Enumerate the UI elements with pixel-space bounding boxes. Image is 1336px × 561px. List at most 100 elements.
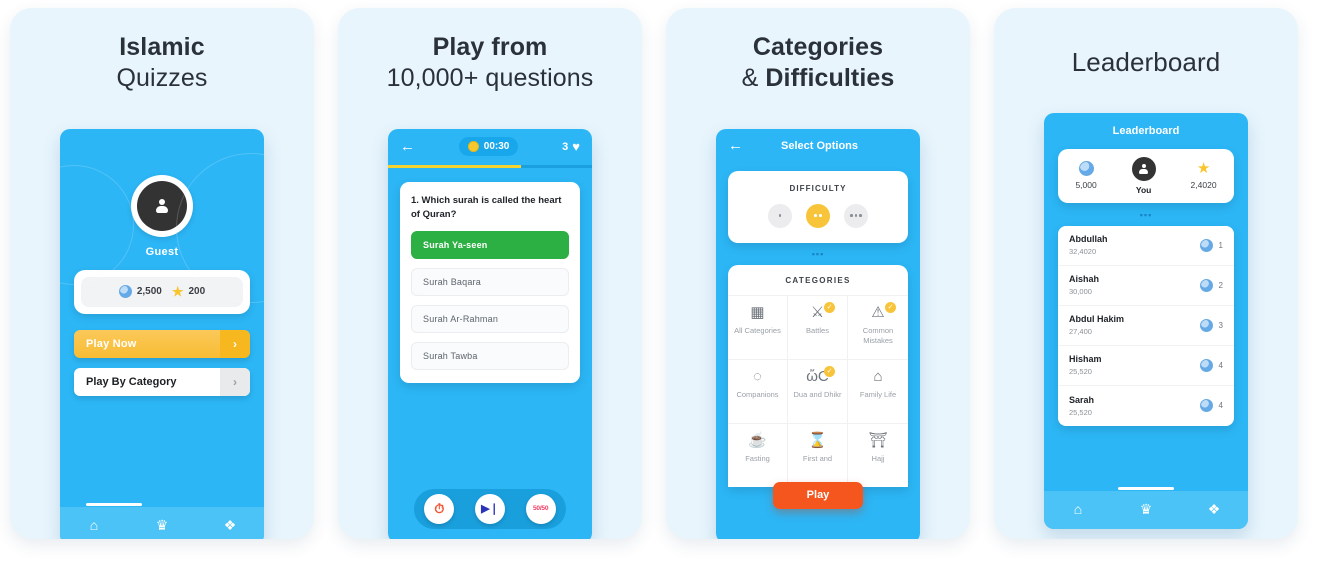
- promo-title-line1: Play from: [432, 33, 548, 61]
- drag-handle[interactable]: ▪▪▪: [1044, 210, 1248, 220]
- category-icon: ◌: [753, 367, 762, 385]
- globe-icon: [118, 285, 132, 298]
- avatar: [1131, 156, 1156, 181]
- difficulty-level-button[interactable]: [844, 203, 868, 228]
- screenshot-root: Islamic Quizzes Guest 2,500 ★ 200 Play N…: [0, 0, 1336, 561]
- bottom-nav: ⌂ ♛ ❖: [1044, 486, 1248, 529]
- category-label: Fasting: [745, 453, 770, 463]
- leaderboard-row[interactable]: Aishah 30,000 2: [1058, 266, 1234, 306]
- category-icon: ⚔: [810, 303, 825, 321]
- rank-value: 4: [1218, 401, 1223, 410]
- player-score: 30,000: [1069, 287, 1092, 296]
- play-by-category-button[interactable]: Play By Category ›: [74, 367, 250, 396]
- category-cell[interactable]: ☕ Fasting: [728, 422, 788, 487]
- answer-option[interactable]: Surah Ar-Rahman: [411, 305, 569, 333]
- nav-home-icon[interactable]: ⌂: [1069, 501, 1087, 519]
- star-icon: ★: [1196, 160, 1211, 177]
- heart-icon: ♥: [572, 139, 580, 154]
- skip-question-button[interactable]: ▶❘: [474, 493, 505, 524]
- promo-title-line2: 10,000+ questions: [386, 64, 594, 93]
- answer-option[interactable]: Surah Tawba: [411, 342, 569, 370]
- answer-option[interactable]: Surah Baqara: [411, 268, 569, 296]
- globe-icon: [1199, 278, 1213, 292]
- category-label: First and: [802, 453, 833, 463]
- category-icon: ⌂: [873, 367, 883, 385]
- nav-trophy-icon[interactable]: ♛: [153, 517, 171, 535]
- category-icon: ⌛: [808, 431, 827, 449]
- category-label: All Categories: [734, 325, 781, 335]
- category-cell[interactable]: ⌂ Family Life: [848, 358, 908, 423]
- rank-value: 4: [1218, 360, 1223, 370]
- question-card: 1. Which surah is called the heart of Qu…: [400, 181, 580, 383]
- fifty-fifty-button[interactable]: 50/50: [525, 493, 556, 524]
- promo-title-line1: Islamic: [119, 33, 205, 61]
- player-score: 25,520: [1069, 367, 1092, 376]
- quiz-progress-fill: [388, 164, 521, 168]
- globe-icon: [1199, 358, 1213, 372]
- category-cell[interactable]: ◌ Companions: [728, 358, 788, 423]
- phone-screen-options: ← Select Options DIFFICULTY ▪▪▪ CATEGORI…: [716, 128, 920, 539]
- leaderboard-row-info: Aishah 30,000: [1069, 274, 1099, 296]
- lives-indicator: 3 ♥: [562, 140, 580, 153]
- quiz-progress-track: [388, 164, 592, 168]
- mute-timer-button[interactable]: ⏱: [424, 493, 455, 524]
- options-title: Select Options: [780, 139, 859, 152]
- nav-trophy-icon[interactable]: ♛: [1137, 501, 1155, 519]
- globe-icon: [1078, 161, 1094, 176]
- coins-stat: 2,500: [118, 285, 162, 298]
- category-cell[interactable]: ⚠ Common Mistakes ✓: [848, 294, 908, 359]
- nav-settings-icon[interactable]: ❖: [221, 517, 239, 535]
- leaderboard-row-info: Hisham 25,520: [1069, 354, 1102, 376]
- player-name: Hisham: [1069, 354, 1102, 364]
- chevron-right-icon: ›: [220, 367, 250, 396]
- leaderboard-row[interactable]: Abdul Hakim 27,400 3: [1058, 306, 1234, 346]
- question-text: 1. Which surah is called the heart of Qu…: [411, 194, 562, 220]
- promo-card-home: Islamic Quizzes Guest 2,500 ★ 200 Play N…: [10, 8, 314, 539]
- bottom-nav: ⌂ ♛ ❖: [60, 502, 264, 539]
- timer-value: 00:30: [483, 141, 510, 152]
- stars-value: 200: [188, 286, 206, 297]
- player-name: Aishah: [1069, 274, 1100, 284]
- leaderboard-row-rank: 3: [1199, 318, 1223, 332]
- difficulty-level-button[interactable]: [806, 203, 830, 228]
- globe-icon: [1199, 318, 1213, 332]
- rank-value: 3: [1218, 320, 1223, 330]
- person-icon: [1138, 163, 1150, 175]
- rank-value: 1: [1218, 240, 1223, 250]
- nav-settings-icon[interactable]: ❖: [1205, 501, 1223, 519]
- category-cell[interactable]: ὤC Dua and Dhikr ✓: [788, 358, 848, 423]
- play-button[interactable]: Play: [773, 481, 863, 509]
- my-coins: 5,000: [1075, 161, 1097, 190]
- category-cell[interactable]: ⛩ Hajj: [848, 422, 908, 487]
- leaderboard-row-info: Abdullah 32,4020: [1069, 234, 1108, 256]
- difficulty-dot: [778, 214, 782, 217]
- drag-handle[interactable]: ▪▪▪: [716, 249, 920, 259]
- category-cell[interactable]: ⌛ First and: [788, 422, 848, 487]
- category-label: Dua and Dhikr: [793, 389, 842, 399]
- nav-home-icon[interactable]: ⌂: [85, 517, 103, 535]
- category-cell[interactable]: ▦ All Categories: [728, 294, 788, 359]
- difficulty-level-button[interactable]: [768, 203, 792, 228]
- back-icon[interactable]: ←: [400, 139, 415, 154]
- leaderboard-row[interactable]: Hisham 25,520 4: [1058, 346, 1234, 386]
- answer-options: Surah Ya-seen Surah Baqara Surah Ar-Rahman…: [411, 231, 569, 370]
- play-now-button[interactable]: Play Now ›: [74, 329, 250, 358]
- player-score: 32,4020: [1069, 247, 1097, 256]
- leaderboard-row[interactable]: Sarah 25,520 4: [1058, 386, 1234, 426]
- quiz-header: ← 00:30 3 ♥: [388, 129, 592, 165]
- answer-option[interactable]: Surah Ya-seen: [411, 231, 569, 259]
- category-label: Battles: [806, 325, 829, 335]
- player-score: 27,400: [1069, 327, 1092, 336]
- category-cell[interactable]: ⚔ Battles ✓: [788, 294, 848, 359]
- promo-title-4: Leaderboard: [1058, 46, 1235, 79]
- check-icon: ✓: [824, 301, 835, 313]
- categories-grid: ▦ All Categories ⚔ Battles ✓ ⚠ Common Mistakes…: [728, 294, 908, 487]
- leaderboard-row[interactable]: Abdullah 32,4020 1: [1058, 226, 1234, 266]
- lives-count: 3: [562, 140, 569, 153]
- leaderboard-list: Abdullah 32,4020 1 Aishah 30,000 2 Abdul Hakim…: [1058, 225, 1234, 426]
- rank-value: 2: [1218, 280, 1223, 290]
- promo-title-line2: Quizzes: [116, 64, 208, 93]
- play-now-label: Play Now: [86, 337, 137, 350]
- category-icon: ☕: [748, 431, 767, 449]
- leaderboard-title: Leaderboard: [1112, 124, 1180, 137]
